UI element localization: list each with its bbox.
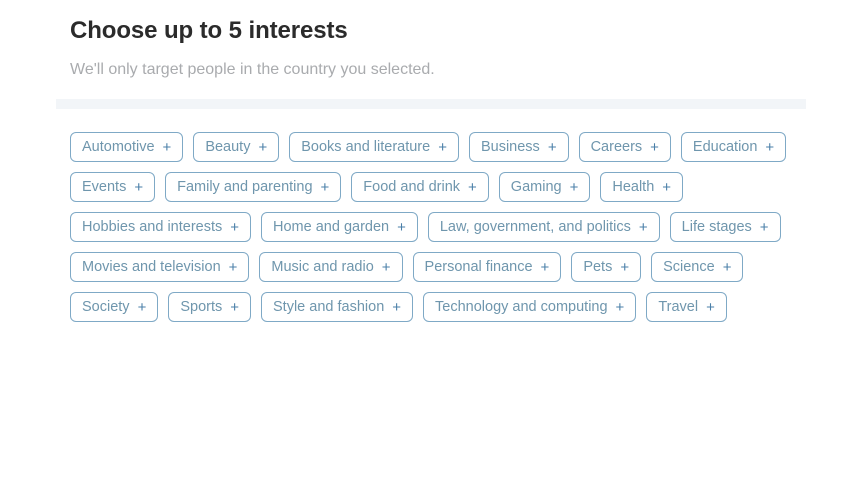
interest-chip[interactable]: Movies and television + <box>70 252 250 282</box>
interest-chip[interactable]: Style and fashion + <box>261 292 414 322</box>
interest-chip-label: Gaming <box>510 179 562 195</box>
interest-chip-label: Careers <box>590 139 643 155</box>
interest-chip-label: Food and drink <box>363 179 461 195</box>
interest-chip[interactable]: Law, government, and politics + <box>427 212 660 242</box>
plus-icon: + <box>392 298 402 316</box>
plus-icon: + <box>258 138 268 156</box>
interest-chip-label: Health <box>612 179 655 195</box>
page-title: Choose up to 5 interests <box>70 17 348 44</box>
interest-chip[interactable]: Science + <box>651 252 744 282</box>
plus-icon: + <box>662 178 672 196</box>
interest-chip-label: Travel <box>658 299 699 315</box>
plus-icon: + <box>230 218 240 236</box>
interest-chip-label: Society <box>82 299 130 315</box>
interest-chip-label: Life stages <box>681 219 752 235</box>
interest-chip[interactable]: Automotive + <box>70 132 184 162</box>
interest-chip[interactable]: Travel + <box>646 292 727 322</box>
plus-icon: + <box>620 258 630 276</box>
plus-icon: + <box>381 258 391 276</box>
interest-chip[interactable]: Health + <box>600 172 684 202</box>
interest-chip-list: Automotive + Beauty + Books and literature + B… <box>70 132 800 322</box>
interest-chip-label: Home and garden <box>273 219 390 235</box>
interest-chip-label: Science <box>663 259 715 275</box>
interest-chip-label: Events <box>82 179 127 195</box>
plus-icon: + <box>569 178 579 196</box>
plus-icon: + <box>615 298 625 316</box>
interest-chip[interactable]: Education + <box>680 132 787 162</box>
interest-chip[interactable]: Sports + <box>168 292 252 322</box>
plus-icon: + <box>162 138 172 156</box>
interest-chip[interactable]: Life stages + <box>669 212 781 242</box>
interest-chip-label: Business <box>480 139 540 155</box>
plus-icon: + <box>765 138 775 156</box>
interest-chip-label: Technology and computing <box>435 299 608 315</box>
interest-chip-label: Music and radio <box>271 259 374 275</box>
interest-chip[interactable]: Society + <box>70 292 159 322</box>
plus-icon: + <box>468 178 477 196</box>
interest-chip[interactable]: Careers + <box>578 132 671 162</box>
plus-icon: + <box>759 218 769 236</box>
plus-icon: + <box>228 258 238 276</box>
interest-chip-label: Personal finance <box>424 259 533 275</box>
plus-icon: + <box>540 258 550 276</box>
interest-chip[interactable]: Beauty + <box>193 132 280 162</box>
interest-chip-label: Family and parenting <box>177 179 313 195</box>
plus-icon: + <box>706 298 715 316</box>
plus-icon: + <box>438 138 447 156</box>
interest-chip[interactable]: Books and literature + <box>289 132 459 162</box>
interest-chip[interactable]: Home and garden + <box>261 212 418 242</box>
interest-chip[interactable]: Gaming + <box>498 172 591 202</box>
plus-icon: + <box>638 218 648 236</box>
plus-icon: + <box>650 138 659 156</box>
plus-icon: + <box>134 178 144 196</box>
interest-chip-label: Style and fashion <box>273 299 385 315</box>
interest-chip-label: Sports <box>180 299 223 315</box>
interests-page: Choose up to 5 interests We'll only targ… <box>0 0 847 500</box>
interest-chip[interactable]: Technology and computing + <box>423 292 637 322</box>
interest-chip[interactable]: Personal finance + <box>412 252 562 282</box>
interest-chip[interactable]: Events + <box>70 172 156 202</box>
plus-icon: + <box>722 258 732 276</box>
plus-icon: + <box>320 178 330 196</box>
page-subtitle: We'll only target people in the country … <box>70 61 435 78</box>
interest-chip[interactable]: Business + <box>468 132 569 162</box>
interest-chip-label: Pets <box>583 259 613 275</box>
interest-chip[interactable]: Hobbies and interests + <box>70 212 252 242</box>
plus-icon: + <box>137 298 147 316</box>
interest-chip[interactable]: Music and radio + <box>259 252 403 282</box>
interest-chip[interactable]: Pets + <box>571 252 642 282</box>
plus-icon: + <box>230 298 240 316</box>
interest-chip-label: Beauty <box>205 139 251 155</box>
interest-chip-label: Hobbies and interests <box>82 219 223 235</box>
interest-chip[interactable]: Family and parenting + <box>165 172 342 202</box>
progress-band <box>56 99 806 109</box>
plus-icon: + <box>397 218 406 236</box>
plus-icon: + <box>547 138 557 156</box>
interest-chip-label: Law, government, and politics <box>439 219 631 235</box>
interest-chip[interactable]: Food and drink + <box>351 172 489 202</box>
interest-chip-label: Books and literature <box>301 139 431 155</box>
interest-chip-label: Movies and television <box>82 259 221 275</box>
interest-chip-label: Education <box>692 139 758 155</box>
interest-chip-label: Automotive <box>82 139 155 155</box>
